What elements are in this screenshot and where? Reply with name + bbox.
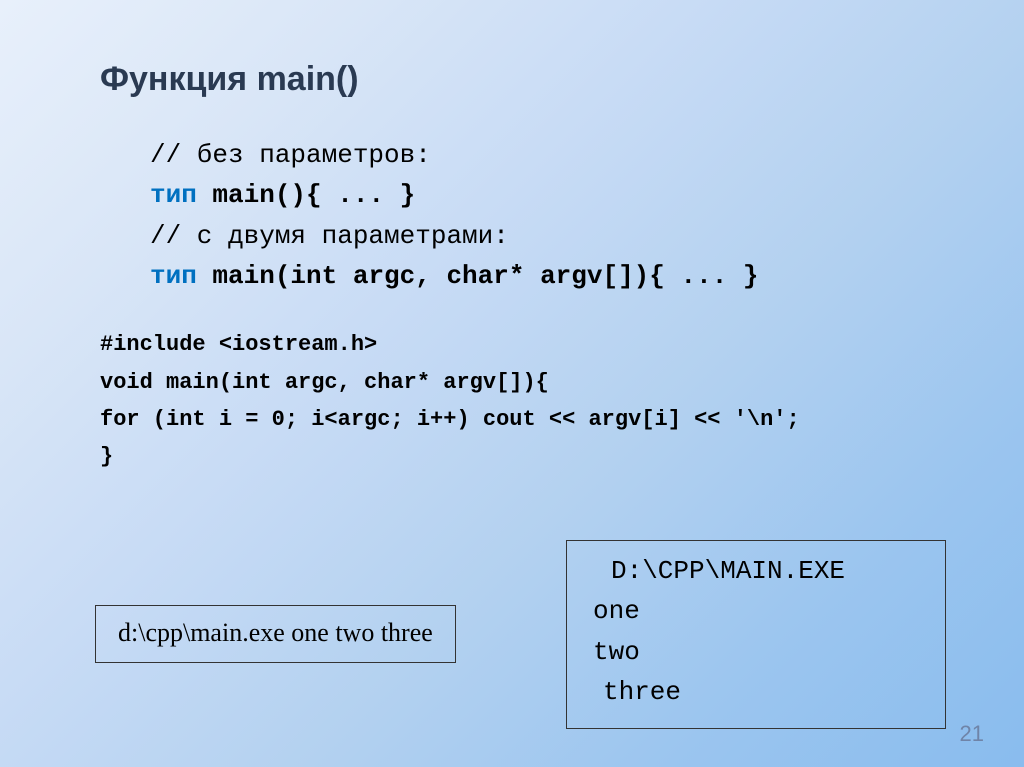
comment-line: // без параметров:: [150, 135, 924, 175]
code-syntax-block: // без параметров: тип main(){ ... } // …: [150, 135, 924, 296]
syntax-line-params: тип main(int argc, char* argv[]){ ... }: [150, 256, 924, 296]
page-number: 21: [960, 721, 984, 747]
output-line: two: [593, 632, 927, 672]
code-text: main(int argc, char* argv[]){ ... }: [197, 261, 759, 291]
keyword-type: тип: [150, 261, 197, 291]
program-output-box: D:\CPP\MAIN.EXE one two three: [566, 540, 946, 729]
command-input-box: d:\cpp\main.exe one two three: [95, 605, 456, 663]
slide-content: Функция main() // без параметров: тип ma…: [0, 0, 1024, 476]
output-line: three: [603, 672, 927, 712]
code-line: void main(int argc, char* argv[]){: [100, 364, 924, 401]
code-line: #include <iostream.h>: [100, 326, 924, 363]
code-example-block: #include <iostream.h> void main(int argc…: [100, 326, 924, 476]
output-line: D:\CPP\MAIN.EXE: [611, 551, 927, 591]
syntax-line-noparams: тип main(){ ... }: [150, 175, 924, 215]
output-line: one: [593, 591, 927, 631]
code-text: main(){ ... }: [197, 180, 415, 210]
code-line: for (int i = 0; i<argc; i++) cout << arg…: [100, 401, 924, 438]
comment-line: // с двумя параметрами:: [150, 216, 924, 256]
slide-title: Функция main(): [100, 60, 924, 99]
keyword-type: тип: [150, 180, 197, 210]
code-line: }: [100, 438, 924, 475]
command-text: d:\cpp\main.exe one two three: [118, 618, 433, 647]
